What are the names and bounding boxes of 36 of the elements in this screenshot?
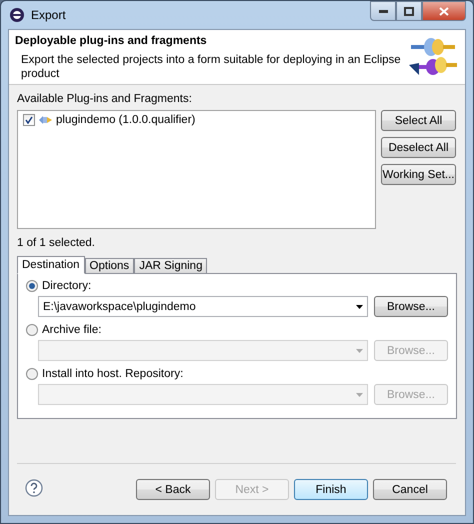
maximize-button[interactable]	[396, 1, 422, 21]
radio-button[interactable]	[26, 280, 38, 292]
minimize-button[interactable]	[370, 1, 396, 21]
close-button[interactable]	[422, 1, 466, 21]
plugin-icon	[39, 115, 52, 125]
radio-button[interactable]	[26, 324, 38, 336]
tab[interactable]: Destination	[17, 256, 85, 274]
dropdown-icon	[356, 304, 363, 308]
list-action-button[interactable]: Select All	[381, 110, 456, 131]
path-combo[interactable]: E:\javaworkspace\plugindemo	[38, 296, 368, 317]
checkbox[interactable]	[23, 114, 35, 126]
tab[interactable]: Options	[84, 258, 134, 274]
dropdown-icon	[356, 348, 363, 352]
wizard-button[interactable]: Cancel	[373, 479, 447, 500]
list-label: Available Plug-ins and Fragments:	[17, 93, 193, 105]
maximize-icon	[404, 6, 414, 16]
selection-status: 1 of 1 selected.	[17, 237, 96, 249]
radio-label[interactable]: Install into host. Repository:	[42, 368, 184, 380]
list-action-button[interactable]: Working Set...	[381, 164, 456, 185]
eclipse-icon	[9, 7, 25, 23]
radio-button[interactable]	[26, 368, 38, 380]
tab[interactable]: JAR Signing	[134, 258, 208, 274]
radio-label[interactable]: Directory:	[42, 280, 92, 292]
plugin-name[interactable]: plugindemo (1.0.0.qualifier)	[56, 114, 196, 126]
dropdown-icon	[356, 392, 363, 396]
page-title: Deployable plug-ins and fragments	[15, 35, 208, 47]
close-icon	[439, 6, 449, 16]
minimize-icon	[378, 10, 388, 12]
list-action-button[interactable]: Deselect All	[381, 137, 456, 158]
wizard-button[interactable]: < Back	[136, 479, 210, 500]
browse-button[interactable]: Browse...	[374, 296, 448, 317]
radio-label[interactable]: Archive file:	[42, 324, 102, 336]
help-icon[interactable]	[25, 479, 43, 497]
window-title: Export	[31, 8, 66, 22]
wizard-button[interactable]: Finish	[294, 479, 368, 500]
page-description: Export the selected projects into a form suitable for deploying in an Eclipse product	[20, 53, 402, 81]
